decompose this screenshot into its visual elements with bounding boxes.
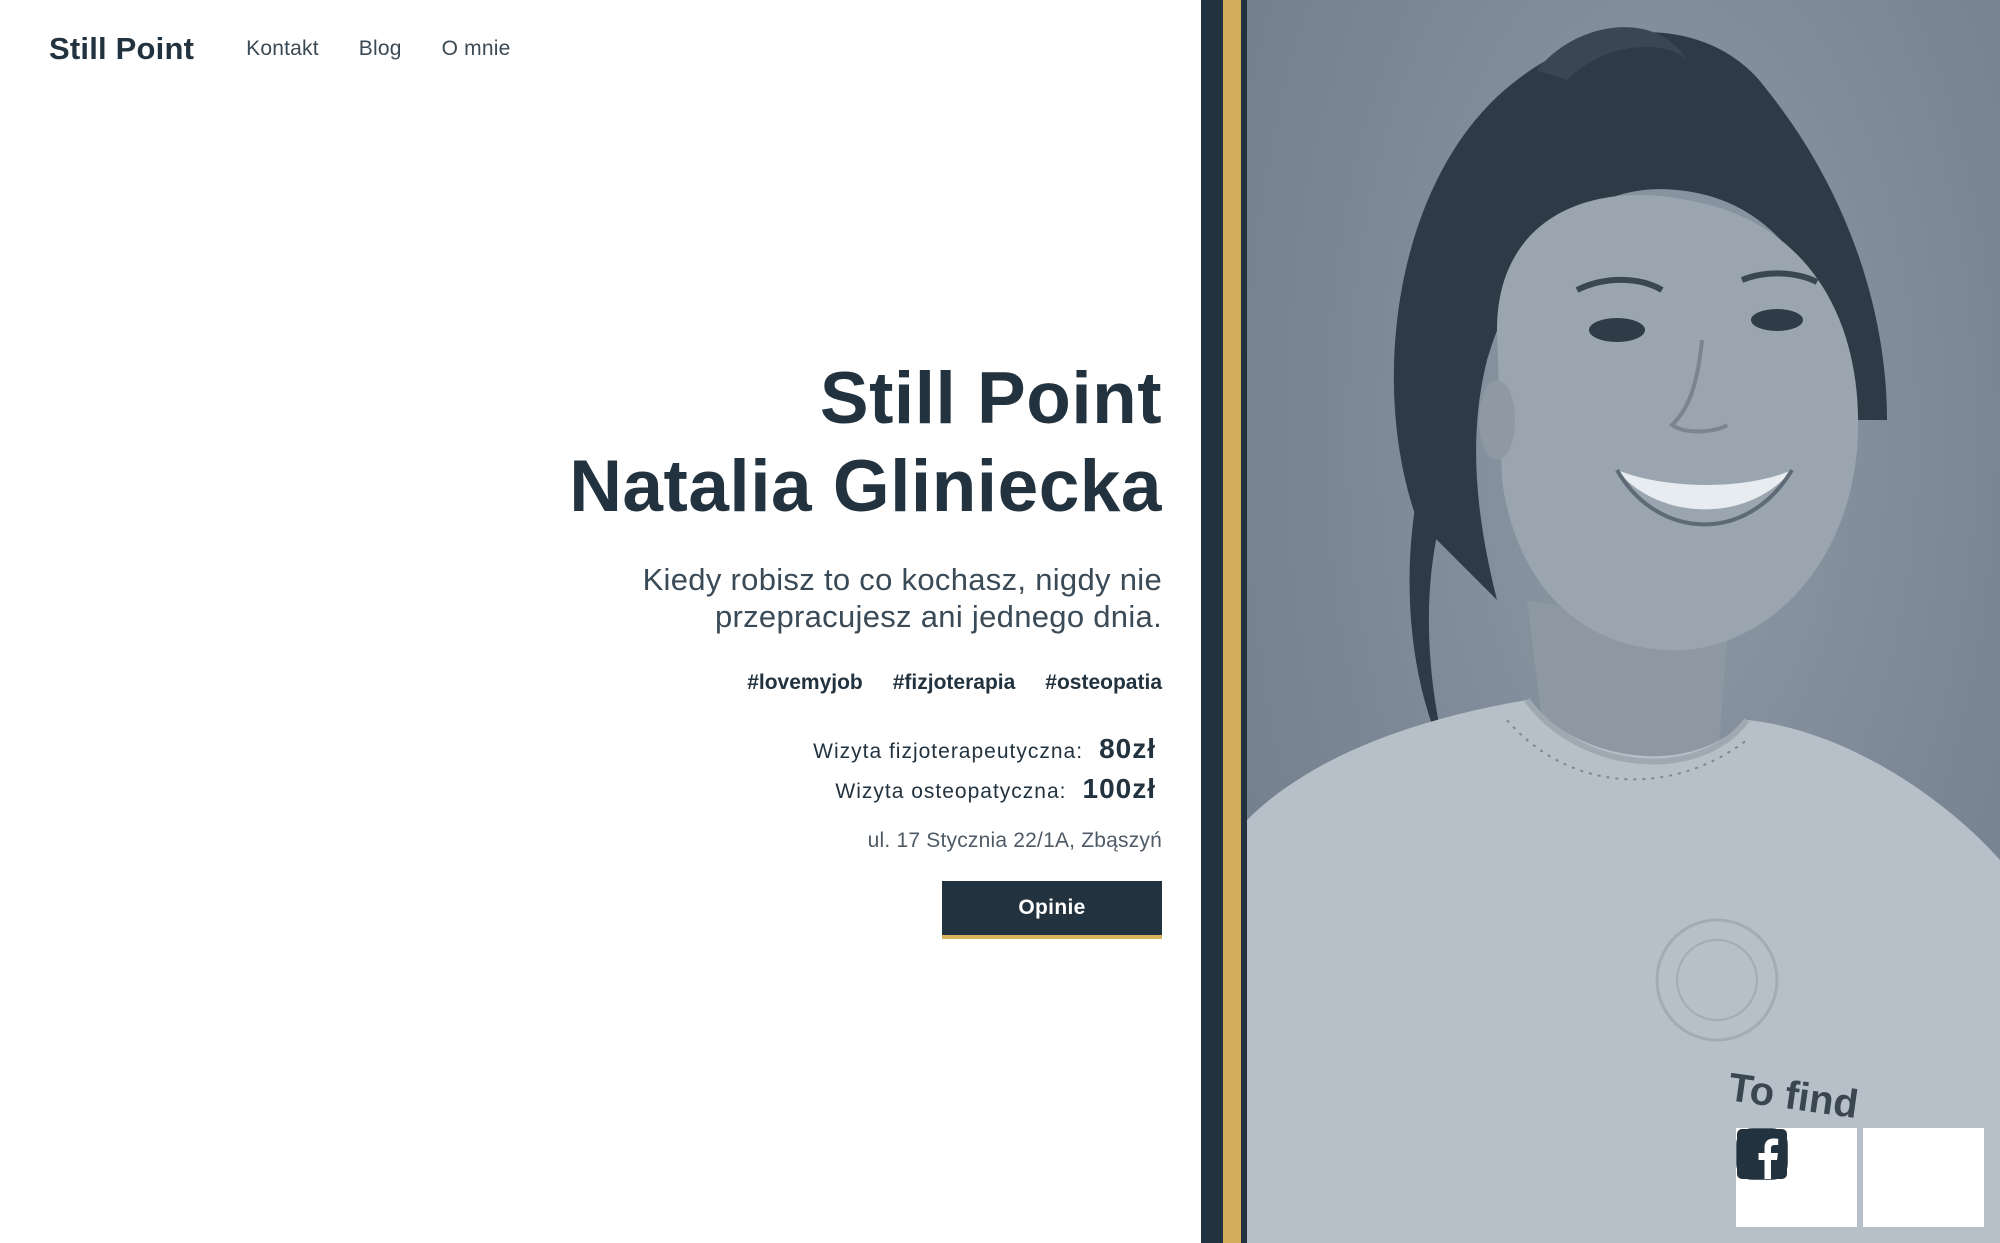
hashtag-osteopatia: #osteopatia (1045, 671, 1162, 694)
cta-wrap: Opinie (442, 881, 1162, 939)
divider-strip-dark (1201, 0, 1223, 1243)
price-row-osteopatia: Wizyta osteopatyczna: 100zł (835, 773, 1162, 805)
price-label: Wizyta osteopatyczna: (835, 780, 1067, 803)
nav-link-blog[interactable]: Blog (359, 37, 402, 61)
price-row-fizjoterapia: Wizyta fizjoterapeutyczna: 80zł (813, 733, 1162, 765)
price-label: Wizyta fizjoterapeutyczna: (813, 740, 1084, 763)
hero-title: Still Point Natalia Gliniecka (442, 355, 1162, 531)
page: Still Point Kontakt Blog O mnie Still Po… (0, 0, 2000, 1243)
portrait-illustration: To find (1247, 27, 2000, 1243)
hashtag-fizjoterapia: #fizjoterapia (892, 671, 1016, 694)
nav-link-kontakt[interactable]: Kontakt (246, 37, 319, 61)
site-header: Still Point Kontakt Blog O mnie (49, 22, 511, 76)
facebook-icon (1737, 1129, 1787, 1179)
portrait-photo: To find (1247, 0, 2000, 1243)
tagline: Kiedy robisz to co kochasz, nigdy nie pr… (442, 561, 1162, 635)
price-list: Wizyta fizjoterapeutyczna: 80zł Wizyta o… (442, 733, 1162, 805)
price-value: 80zł (1099, 733, 1156, 764)
price-value: 100zł (1082, 773, 1156, 804)
nav-link-o-mnie[interactable]: O mnie (442, 37, 511, 61)
hashtags: #lovemyjob #fizjoterapia #osteopatia (442, 671, 1162, 695)
hero-section: Still Point Natalia Gliniecka Kiedy robi… (442, 355, 1162, 939)
divider-strip-gold (1223, 0, 1241, 1243)
brand-logo[interactable]: Still Point (49, 31, 194, 67)
social-links (1736, 1128, 1984, 1227)
opinie-button[interactable]: Opinie (942, 881, 1162, 939)
facebook-button[interactable] (1737, 1128, 1984, 1227)
hashtag-lovemyjob: #lovemyjob (747, 671, 863, 694)
hero-title-line-2: Natalia Gliniecka (569, 446, 1162, 527)
tagline-line-2: przepracujesz ani jednego dnia. (714, 599, 1162, 634)
hero-title-line-1: Still Point (819, 358, 1162, 439)
tagline-line-1: Kiedy robisz to co kochasz, nigdy nie (642, 562, 1162, 597)
address: ul. 17 Stycznia 22/1A, Zbąszyń (867, 829, 1162, 852)
main-nav: Kontakt Blog O mnie (246, 37, 510, 61)
